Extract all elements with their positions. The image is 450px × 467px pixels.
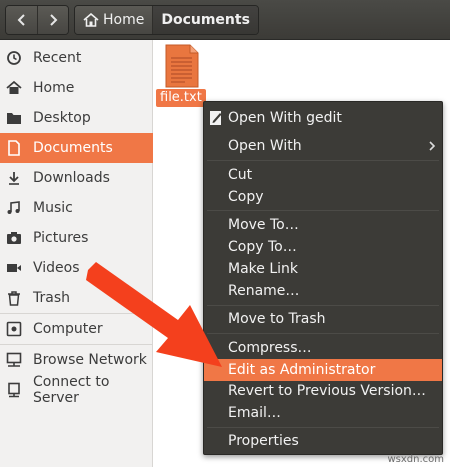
sidebar-item-label: Music [33,200,73,216]
menu-item-label: Open With gedit [228,110,342,126]
menu-item-label: Revert to Previous Version… [228,383,426,399]
video-icon [6,260,22,276]
sidebar-item-label: Downloads [33,170,110,186]
menu-item-move-to-trash[interactable]: Move to Trash [204,308,442,330]
menu-item-revert-to-previous-version[interactable]: Revert to Previous Version… [204,380,442,402]
menu-separator [207,160,439,161]
sidebar-item-documents[interactable]: Documents [0,133,153,163]
menu-item-open-with[interactable]: Open With [204,135,442,157]
sidebar-item-connect-to-server[interactable]: Connect to Server [0,374,153,406]
folder-icon [6,110,22,126]
menu-item-cut[interactable]: Cut [204,164,442,186]
clock-icon [6,50,22,66]
menu-item-label: Edit as Administrator [228,362,376,378]
file-name-label[interactable]: file.txt [156,89,206,107]
sidebar-item-pictures[interactable]: Pictures [0,223,153,253]
home-icon [83,13,99,27]
menu-item-label: Move To… [228,217,299,233]
sidebar-item-label: Videos [33,260,80,276]
menu-item-compress[interactable]: Compress… [204,337,442,359]
sidebar-item-trash[interactable]: Trash [0,283,153,313]
download-icon [6,170,22,186]
sidebar-item-browse-network[interactable]: Browse Network [0,345,153,375]
menu-item-label: Cut [228,167,253,183]
menu-item-label: Move to Trash [228,311,326,327]
sidebar-item-label: Browse Network [33,352,147,368]
sidebar-item-desktop[interactable]: Desktop [0,103,153,133]
breadcrumb-home-label: Home [103,12,145,28]
menu-item-copy-to[interactable]: Copy To… [204,236,442,258]
breadcrumb-documents[interactable]: Documents [152,6,258,34]
document-icon [6,140,22,156]
menu-separator [207,305,439,306]
computer-icon [6,321,22,337]
camera-icon [6,230,22,246]
nav-buttons [5,5,69,35]
menu-item-rename[interactable]: Rename… [204,280,442,302]
menu-item-properties[interactable]: Properties [204,430,442,452]
trash-icon [6,290,22,306]
menu-item-label: Compress… [228,340,312,356]
sidebar-item-label: Trash [33,290,70,306]
menu-item-make-link[interactable]: Make Link [204,258,442,280]
menu-item-label: Make Link [228,261,298,277]
menu-separator [207,427,439,428]
sidebar-item-label: Desktop [33,110,91,126]
menu-item-label: Rename… [228,283,300,299]
watermark-text: wsxdn.com [387,454,444,465]
sidebar-item-label: Recent [33,50,82,66]
menu-item-edit-as-administrator[interactable]: Edit as Administrator [204,359,442,381]
sidebar-item-music[interactable]: Music [0,193,153,223]
menu-separator [207,333,439,334]
breadcrumb: Home Documents [74,5,259,35]
sidebar-item-label: Computer [33,321,103,337]
sidebar-item-label: Home [33,80,75,96]
menu-item-label: Copy To… [228,239,297,255]
menu-item-open-with-gedit[interactable]: Open With gedit [204,107,442,129]
menu-item-move-to[interactable]: Move To… [204,214,442,236]
sidebar-item-label: Connect to Server [33,374,110,406]
text-file-icon[interactable] [165,44,199,88]
gedit-icon [209,110,223,126]
sidebar-item-label: Documents [33,140,113,156]
context-menu: Open With gedit Open With Cut Copy Move … [203,101,443,455]
back-button[interactable] [6,6,37,34]
menu-separator [207,210,439,211]
sidebar-item-downloads[interactable]: Downloads [0,163,153,193]
chevron-right-icon [50,14,58,26]
network-icon [6,352,22,368]
breadcrumb-home[interactable]: Home [75,6,153,34]
sidebar-item-computer[interactable]: Computer [0,314,153,344]
menu-item-copy[interactable]: Copy [204,186,442,208]
music-icon [6,200,22,216]
sidebar: Recent Home Desktop Documents Downloads … [0,40,153,467]
sidebar-item-videos[interactable]: Videos [0,253,153,283]
header-toolbar: Home Documents [0,0,450,40]
chevron-left-icon [17,14,25,26]
menu-item-label: Email… [228,405,281,421]
breadcrumb-documents-label: Documents [161,12,250,28]
menu-item-label: Copy [228,189,264,205]
menu-item-email[interactable]: Email… [204,402,442,424]
sidebar-item-home[interactable]: Home [0,73,153,103]
menu-item-label: Properties [228,433,299,449]
sidebar-item-recent[interactable]: Recent [0,43,153,73]
forward-button[interactable] [37,6,68,34]
server-icon [6,382,22,398]
home-icon [6,80,22,96]
sidebar-item-label: Pictures [33,230,89,246]
menu-item-label: Open With [228,138,302,154]
